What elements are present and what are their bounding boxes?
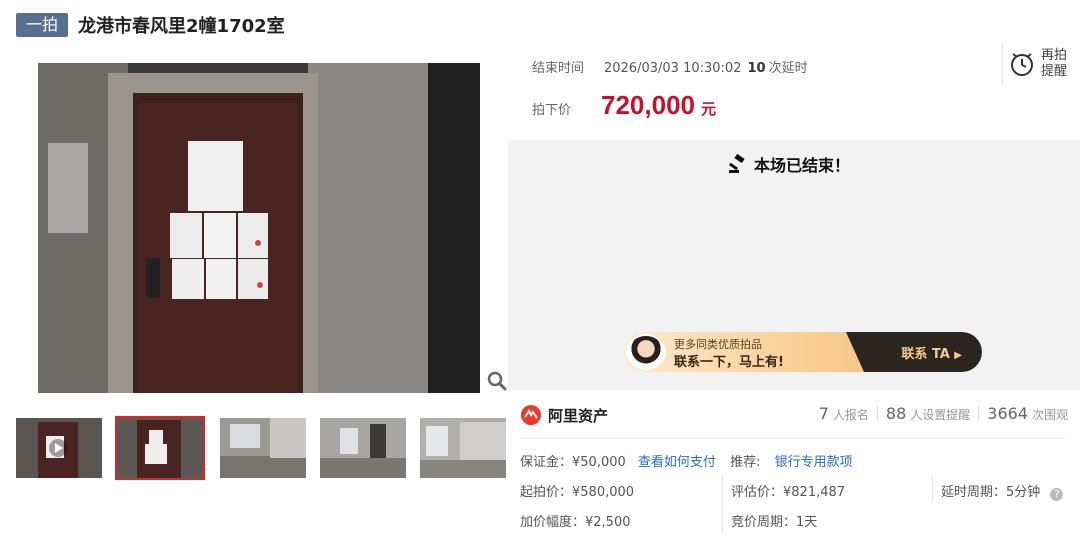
stats-divider — [876, 405, 878, 422]
end-time-row: 结束时间 2026/03/03 10:30:02 10 次延时 — [532, 57, 808, 76]
final-price-unit: 元 — [701, 100, 717, 118]
stats-divider — [978, 405, 980, 422]
thumbnail-2[interactable] — [115, 416, 205, 480]
view-label: 次围观 — [1031, 408, 1068, 422]
thumbnail-5[interactable] — [420, 418, 506, 478]
delay-period: 延时周期：5分钟 — [941, 485, 1041, 500]
remind-line1: 再拍 — [1041, 48, 1068, 63]
signup-count: 7 — [818, 404, 829, 423]
door-photo-image — [38, 63, 480, 393]
contact-ta-button[interactable]: 联系 TA ▶ — [901, 343, 962, 362]
zoom-icon[interactable] — [486, 370, 508, 392]
view-count: 3664 — [987, 404, 1028, 423]
auction-round-badge: 一拍 — [16, 13, 69, 37]
column-divider — [932, 476, 933, 502]
page-title: 龙港市春风里2幢1702室 — [78, 16, 285, 37]
bid-period: 竞价周期：1天 — [731, 515, 818, 530]
recommend-label: 推荐: — [730, 455, 761, 470]
bid-increment: 加价幅度：¥2,500 — [520, 515, 631, 530]
auction-ended-message: 本场已结束！ — [728, 152, 850, 176]
ali-assets-icon — [521, 405, 541, 425]
final-price-row: 拍下价 720,000 元 — [532, 90, 716, 121]
thumbnail-1[interactable] — [16, 418, 102, 478]
agent-avatar — [626, 334, 666, 370]
reminder-label: 人设置提醒 — [910, 408, 971, 422]
bank-special-link[interactable]: 银行专用款项 — [775, 455, 853, 470]
auction-info-panel: 结束时间 2026/03/03 10:30:02 10 次延时 拍下价 720,… — [508, 40, 1080, 140]
contact-ta-label: 联系 TA — [901, 347, 950, 362]
contact-banner[interactable]: 更多同类优质拍品 联系一下，马上有! 联系 TA ▶ — [624, 332, 982, 372]
title-row: 一拍 龙港市春风里2幢1702室 — [16, 12, 285, 38]
remind-line2: 提醒 — [1041, 64, 1068, 79]
thumbnail-3[interactable] — [220, 418, 306, 478]
play-triangle-icon: ▶ — [954, 350, 962, 361]
deposit-row: 保证金：¥50,000 查看如何支付 推荐: 银行专用款项 — [520, 451, 853, 470]
end-time-value: 2026/03/03 10:30:02 — [604, 61, 742, 76]
platform-stats-row: 阿里资产 7 人报名 88 人设置提醒 3664 次围观 — [520, 402, 1080, 428]
final-price-value: 720,000 — [601, 90, 695, 120]
auction-ended-text: 本场已结束！ — [754, 156, 851, 175]
banner-subtitle: 更多同类优质拍品 — [674, 338, 762, 351]
deposit-text: 保证金：¥50,000 — [520, 455, 626, 470]
gavel-icon — [728, 154, 745, 173]
banner-headline: 联系一下，马上有! — [674, 355, 784, 370]
details-divider — [520, 438, 1066, 439]
auction-stats: 7 人报名 88 人设置提醒 3664 次围观 — [819, 404, 1068, 423]
start-price: 起拍价：¥580,000 — [520, 485, 635, 500]
main-photo[interactable] — [38, 63, 480, 393]
delay-label: 次延时 — [768, 61, 808, 76]
alarm-clock-icon — [1011, 53, 1033, 76]
thumbnail-4[interactable] — [320, 418, 406, 478]
ali-assets-name: 阿里资产 — [548, 406, 609, 425]
delay-period-row: 延时周期：5分钟 ? — [941, 481, 1064, 501]
how-to-pay-link[interactable]: 查看如何支付 — [638, 455, 716, 470]
reminder-count: 88 — [885, 404, 907, 423]
end-time-label: 结束时间 — [532, 61, 585, 76]
final-price-label: 拍下价 — [532, 103, 572, 118]
remind-button[interactable]: 再拍 提醒 — [1002, 44, 1080, 84]
delay-count: 10 — [747, 61, 766, 76]
signup-label: 人报名 — [832, 408, 869, 422]
ali-assets-logo: 阿里资产 — [520, 404, 608, 426]
appraisal-price: 评估价：¥821,487 — [731, 485, 846, 500]
column-divider — [722, 476, 723, 532]
help-icon[interactable]: ? — [1050, 488, 1064, 501]
